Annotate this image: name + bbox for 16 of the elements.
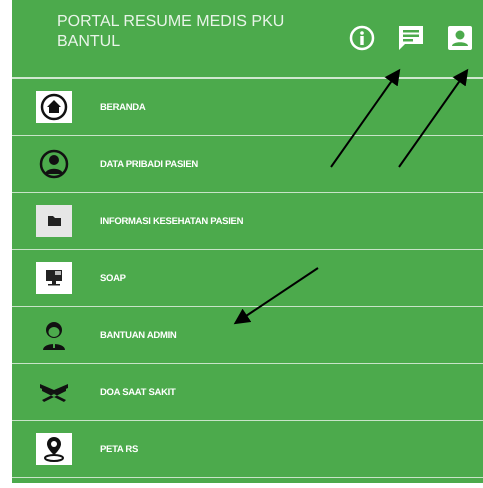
menu-item[interactable]: BERANDA: [12, 79, 483, 136]
menu-item[interactable]: BANTUAN ADMIN: [12, 307, 483, 364]
monitor-icon: [36, 262, 72, 294]
folder-icon: [36, 205, 72, 237]
menu-item[interactable]: SOAP: [12, 250, 483, 307]
menu-item[interactable]: DATA PRIBADI PASIEN: [12, 136, 483, 193]
menu-item[interactable]: DOA SAAT SAKIT: [12, 364, 483, 421]
menu-item[interactable]: PETA RS: [12, 421, 483, 478]
app-title: PORTAL RESUME MEDIS PKU BANTUL: [57, 12, 286, 52]
profile-icon[interactable]: [447, 25, 473, 51]
location-pin-icon: [36, 433, 72, 465]
home-icon: [36, 91, 72, 123]
menu-item[interactable]: INFORMASI KESEHATAN PASIEN: [12, 193, 483, 250]
chat-icon[interactable]: [397, 24, 425, 52]
person-icon: [39, 149, 69, 179]
info-icon[interactable]: [349, 25, 375, 51]
